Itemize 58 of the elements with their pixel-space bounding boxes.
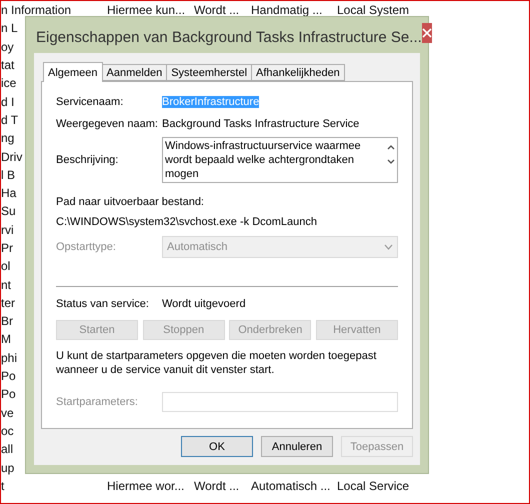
field-label: Opstarttype: — [56, 241, 116, 253]
list-cell: rvi — [1, 222, 14, 237]
service-name-value: BrokerInfrastructure — [162, 96, 260, 108]
list-cell: Wordt ... — [194, 478, 240, 493]
list-cell: Automatisch ... — [251, 478, 330, 493]
list-cell: Wordt ... — [194, 3, 240, 18]
description-box[interactable]: Windows-infrastructuurservice waarmee wordt bepaald welke achtergrondtaken mogen — [162, 137, 398, 183]
list-cell: ol — [1, 259, 10, 274]
list-cell: phi — [1, 350, 18, 365]
list-cell: Hiermee wor... — [107, 478, 184, 493]
field-label: Startparameters: — [56, 396, 138, 408]
list-cell: t — [1, 478, 4, 493]
dialog-button[interactable]: OK — [181, 436, 253, 457]
list-cell: Ha — [1, 186, 16, 200]
field-label: Status van service: — [56, 298, 149, 310]
list-cell: Local Service — [337, 478, 410, 493]
list-cell: ve — [1, 406, 14, 420]
list-cell: l B — [1, 168, 16, 182]
field-label: Servicenaam: — [56, 96, 124, 108]
field-label: Beschrijving: — [56, 154, 118, 166]
path-value: C:\WINDOWS\system32\svchost.exe -k DcomLaunch — [56, 216, 318, 228]
status-value: Wordt uitgevoerd — [162, 298, 246, 310]
hint-text: U kunt de startparameters opgeven die moeten worden toegepast wanneer u de service vanuit dit venster start. — [56, 349, 378, 377]
list-cell: all — [1, 442, 14, 456]
list-cell: M — [1, 332, 11, 346]
tab[interactable]: Algemeen — [43, 62, 103, 82]
list-cell: Br — [1, 314, 13, 328]
list-cell: tat — [1, 58, 14, 72]
list-cell: n L — [1, 21, 18, 36]
list-cell: Su — [1, 204, 16, 218]
list-cell: Driv — [1, 150, 22, 164]
list-cell: d I — [1, 94, 14, 109]
dialog-button[interactable]: Annuleren — [261, 436, 333, 457]
list-cell: Local System — [337, 3, 410, 18]
list-cell: oy — [1, 40, 14, 54]
tab[interactable]: Aanmelden — [102, 64, 168, 81]
list-cell: oc — [1, 424, 14, 438]
chevron-down-icon — [384, 244, 393, 250]
list-cell: Handmatig ... — [251, 3, 322, 18]
display-name-value: Background Tasks Infrastructure Service — [162, 118, 360, 130]
list-cell: nt — [1, 278, 12, 292]
list-cell: d T — [1, 112, 18, 127]
close-button[interactable] — [422, 23, 432, 43]
path-label: Pad naar uitvoerbaar bestand: — [56, 196, 204, 208]
window-title: Eigenschappen van Background Tasks Infrastructure Se... — [35, 28, 422, 46]
tab[interactable]: Systeemherstel — [166, 64, 252, 81]
list-cell: Pr — [1, 241, 13, 255]
list-cell: Po — [1, 387, 16, 402]
list-cell: Hiermee kun... — [107, 3, 186, 18]
field-label: Weergegeven naam: — [56, 118, 158, 130]
list-cell: Po — [1, 369, 16, 384]
list-cell: up — [1, 460, 14, 475]
list-cell: ice — [1, 76, 16, 90]
close-icon — [422, 28, 432, 38]
tab[interactable]: Afhankelijkheden — [251, 64, 345, 81]
list-cell: ng — [1, 131, 14, 146]
list-cell: ter — [1, 296, 16, 310]
list-cell: n Information — [1, 3, 72, 18]
